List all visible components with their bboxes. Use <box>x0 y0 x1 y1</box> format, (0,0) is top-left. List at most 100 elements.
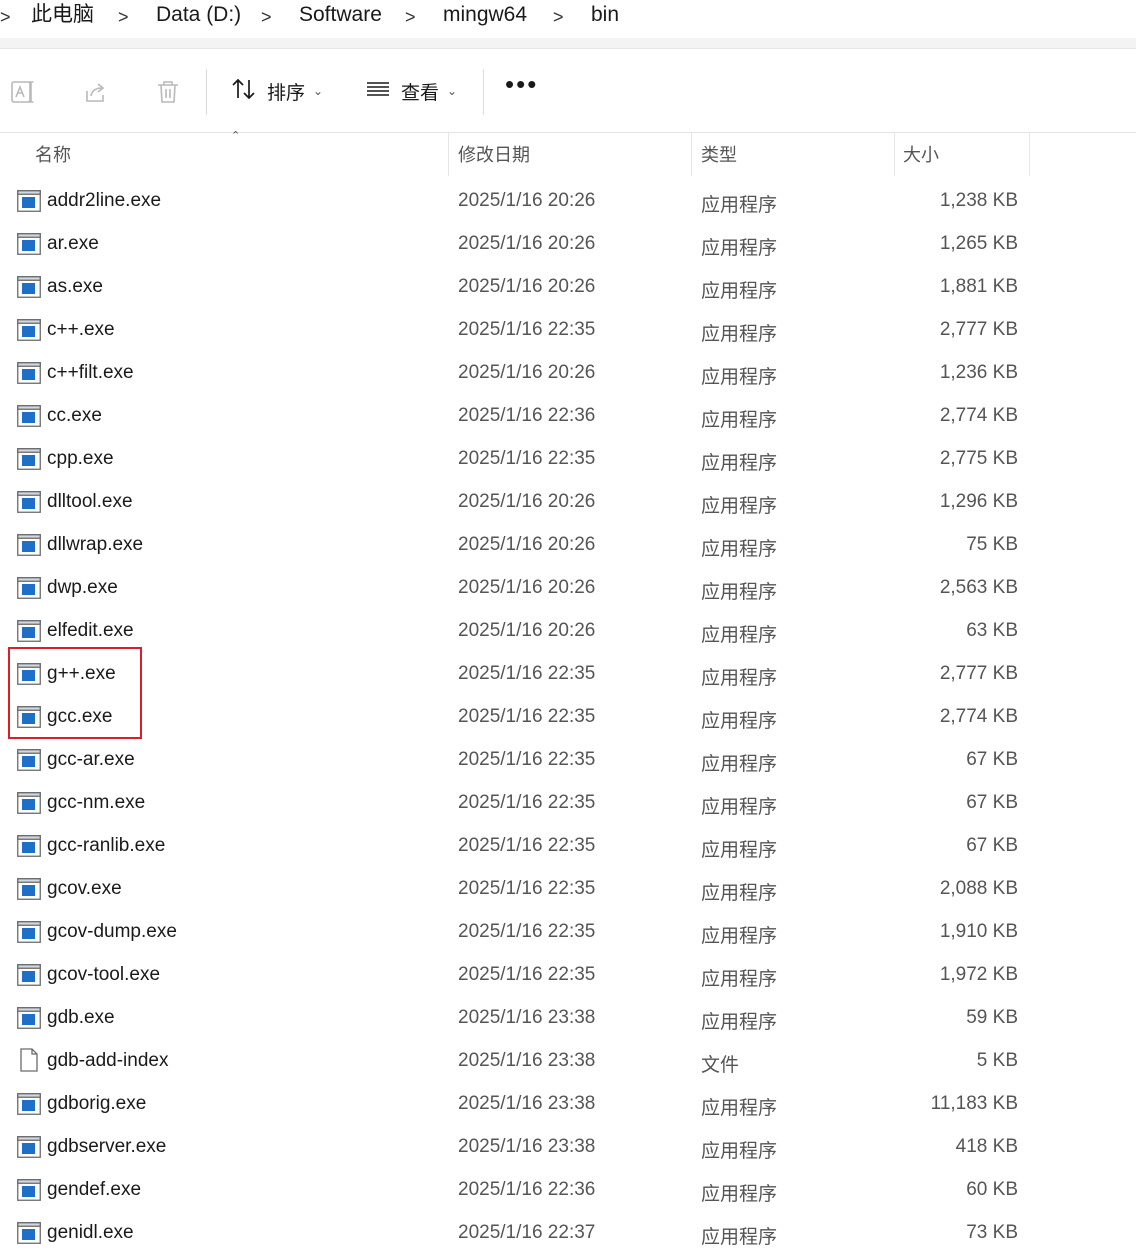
file-type: 应用程序 <box>701 711 778 732</box>
file-modified: 2025/1/16 22:36 <box>458 405 596 426</box>
file-size: 2,563 KB <box>939 577 1018 598</box>
breadcrumb-item-drive[interactable]: Data (D:) <box>156 2 241 28</box>
exe-icon <box>17 792 41 814</box>
file-row[interactable]: genidl.exe 2025/1/16 22:37 应用程序 73 KB <box>0 1212 1136 1255</box>
file-row[interactable]: cpp.exe 2025/1/16 22:35 应用程序 2,775 KB <box>0 438 1136 481</box>
delete-icon[interactable] <box>155 79 181 105</box>
file-name: genidl.exe <box>47 1222 134 1243</box>
exe-icon <box>17 964 41 986</box>
file-row[interactable]: ar.exe 2025/1/16 20:26 应用程序 1,265 KB <box>0 223 1136 266</box>
file-row[interactable]: gdborig.exe 2025/1/16 23:38 应用程序 11,183 … <box>0 1083 1136 1126</box>
file-size: 1,236 KB <box>939 362 1018 383</box>
column-divider[interactable] <box>448 132 449 176</box>
file-name: elfedit.exe <box>47 620 134 641</box>
file-type: 应用程序 <box>701 754 778 775</box>
file-type: 应用程序 <box>701 496 778 517</box>
file-type: 应用程序 <box>701 1141 778 1162</box>
file-row[interactable]: gcc-ar.exe 2025/1/16 22:35 应用程序 67 KB <box>0 739 1136 782</box>
exe-icon <box>17 448 41 470</box>
breadcrumb-separator[interactable]: > <box>261 4 272 30</box>
file-name: as.exe <box>47 276 103 297</box>
file-row[interactable]: g++.exe 2025/1/16 22:35 应用程序 2,777 KB <box>0 653 1136 696</box>
breadcrumb-separator[interactable]: > <box>405 4 416 30</box>
exe-icon <box>17 190 41 212</box>
file-row[interactable]: dwp.exe 2025/1/16 20:26 应用程序 2,563 KB <box>0 567 1136 610</box>
file-modified: 2025/1/16 22:35 <box>458 878 596 899</box>
column-divider[interactable] <box>691 132 692 176</box>
file-size: 2,088 KB <box>939 878 1018 899</box>
view-icon <box>365 77 391 106</box>
exe-icon <box>17 276 41 298</box>
breadcrumb-item-software[interactable]: Software <box>299 2 382 28</box>
exe-icon <box>17 749 41 771</box>
file-row[interactable]: gdbserver.exe 2025/1/16 23:38 应用程序 418 K… <box>0 1126 1136 1169</box>
file-type: 应用程序 <box>701 238 778 259</box>
file-row[interactable]: gcov.exe 2025/1/16 22:35 应用程序 2,088 KB <box>0 868 1136 911</box>
view-button[interactable]: 查看 ⌄ <box>365 75 457 107</box>
column-divider[interactable] <box>1029 132 1030 176</box>
column-header-modified[interactable]: 修改日期 <box>458 132 688 176</box>
file-modified: 2025/1/16 22:35 <box>458 663 596 684</box>
file-type: 文件 <box>701 1055 740 1076</box>
file-type: 应用程序 <box>701 840 778 861</box>
file-name: c++.exe <box>47 319 115 340</box>
file-row[interactable]: cc.exe 2025/1/16 22:36 应用程序 2,774 KB <box>0 395 1136 438</box>
exe-icon <box>17 921 41 943</box>
file-modified: 2025/1/16 20:26 <box>458 190 596 211</box>
file-row[interactable]: gcc-ranlib.exe 2025/1/16 22:35 应用程序 67 K… <box>0 825 1136 868</box>
breadcrumb: > 此电脑 > Data (D:) > Software > mingw64 >… <box>0 0 1136 38</box>
exe-icon <box>17 878 41 900</box>
breadcrumb-separator[interactable]: > <box>118 4 129 30</box>
chevron-down-icon: ⌄ <box>313 84 324 98</box>
file-name: gcov-tool.exe <box>47 964 161 985</box>
file-row[interactable]: gcc-nm.exe 2025/1/16 22:35 应用程序 67 KB <box>0 782 1136 825</box>
file-type: 应用程序 <box>701 969 778 990</box>
exe-icon <box>17 405 41 427</box>
file-row[interactable]: gcov-dump.exe 2025/1/16 22:35 应用程序 1,910… <box>0 911 1136 954</box>
sort-label: 排序 <box>267 82 306 104</box>
file-size: 5 KB <box>976 1050 1018 1071</box>
more-options-button[interactable]: ••• <box>505 69 538 100</box>
column-header-size[interactable]: 大小 <box>903 132 1028 176</box>
column-divider[interactable] <box>894 132 895 176</box>
breadcrumb-item-this-pc[interactable]: 此电脑 <box>31 2 94 28</box>
file-row[interactable]: gdb.exe 2025/1/16 23:38 应用程序 59 KB <box>0 997 1136 1040</box>
file-size: 1,910 KB <box>939 921 1018 942</box>
file-row[interactable]: elfedit.exe 2025/1/16 20:26 应用程序 63 KB <box>0 610 1136 653</box>
file-name: dwp.exe <box>47 577 118 598</box>
file-type: 应用程序 <box>701 281 778 302</box>
file-modified: 2025/1/16 20:26 <box>458 577 596 598</box>
file-modified: 2025/1/16 22:36 <box>458 1179 596 1200</box>
exe-icon <box>17 1007 41 1029</box>
file-row[interactable]: dlltool.exe 2025/1/16 20:26 应用程序 1,296 K… <box>0 481 1136 524</box>
column-header-name[interactable]: 名称 <box>35 132 445 176</box>
file-row[interactable]: c++filt.exe 2025/1/16 20:26 应用程序 1,236 K… <box>0 352 1136 395</box>
breadcrumb-separator[interactable]: > <box>0 4 11 30</box>
file-row[interactable]: dllwrap.exe 2025/1/16 20:26 应用程序 75 KB <box>0 524 1136 567</box>
exe-icon <box>17 1179 41 1201</box>
toolbar-divider <box>206 69 207 115</box>
file-row[interactable]: gendef.exe 2025/1/16 22:36 应用程序 60 KB <box>0 1169 1136 1212</box>
file-type: 应用程序 <box>701 539 778 560</box>
breadcrumb-item-bin[interactable]: bin <box>591 2 619 28</box>
file-modified: 2025/1/16 22:35 <box>458 921 596 942</box>
file-row[interactable]: gdb-add-index 2025/1/16 23:38 文件 5 KB <box>0 1040 1136 1083</box>
file-list: addr2line.exe 2025/1/16 20:26 应用程序 1,238… <box>0 180 1136 1255</box>
file-size: 67 KB <box>966 792 1018 813</box>
file-row[interactable]: as.exe 2025/1/16 20:26 应用程序 1,881 KB <box>0 266 1136 309</box>
rename-icon[interactable] <box>10 79 36 105</box>
file-row[interactable]: c++.exe 2025/1/16 22:35 应用程序 2,777 KB <box>0 309 1136 352</box>
file-row[interactable]: gcov-tool.exe 2025/1/16 22:35 应用程序 1,972… <box>0 954 1136 997</box>
file-row[interactable]: gcc.exe 2025/1/16 22:35 应用程序 2,774 KB <box>0 696 1136 739</box>
breadcrumb-separator[interactable]: > <box>553 4 564 30</box>
file-name: gcov.exe <box>47 878 122 899</box>
breadcrumb-item-mingw64[interactable]: mingw64 <box>443 2 527 28</box>
sort-button[interactable]: 排序 ⌄ <box>231 75 323 107</box>
column-header-type[interactable]: 类型 <box>701 132 891 176</box>
file-row[interactable]: addr2line.exe 2025/1/16 20:26 应用程序 1,238… <box>0 180 1136 223</box>
share-icon[interactable] <box>83 79 109 105</box>
file-size: 1,238 KB <box>939 190 1018 211</box>
file-size: 1,265 KB <box>939 233 1018 254</box>
sort-icon <box>231 77 257 106</box>
file-name: gcov-dump.exe <box>47 921 177 942</box>
